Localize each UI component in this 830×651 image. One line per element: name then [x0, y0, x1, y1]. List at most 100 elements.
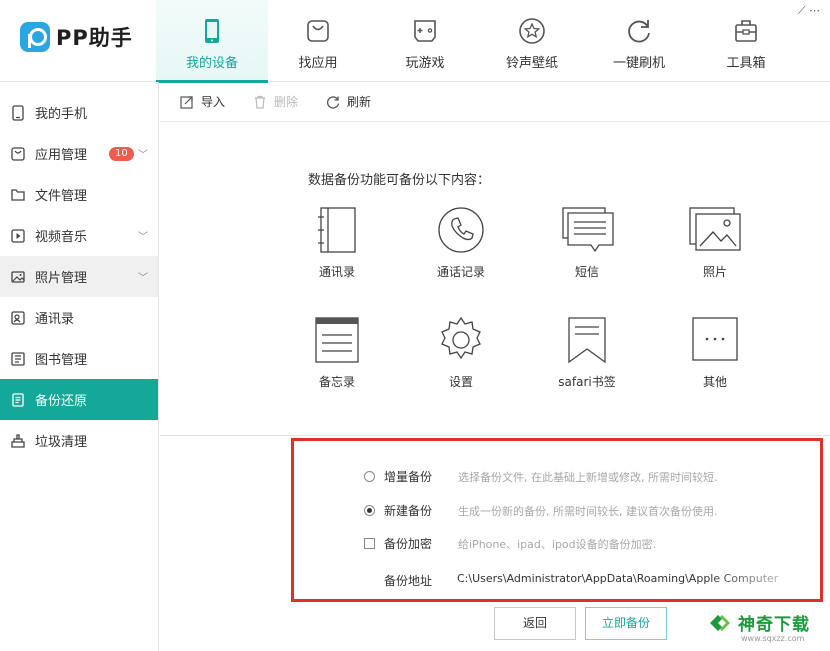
option-incremental-backup[interactable]: 增量备份 选择备份文件, 在此基础上新增或修改, 所需时间较短. [364, 468, 717, 485]
chevron-down-icon[interactable]: ﹀ [138, 146, 148, 161]
nav-my-device[interactable]: 我的设备 [156, 0, 268, 83]
backup-path-field[interactable]: C:\Users\Administrator\AppData\Roaming\A… [457, 572, 817, 585]
bag-icon [307, 20, 329, 42]
memo-icon [315, 317, 359, 363]
gamepad-icon [414, 20, 436, 42]
sidebar-item-video-music[interactable]: 视频音乐 ﹀ [0, 215, 158, 256]
option-description: 选择备份文件, 在此基础上新增或修改, 所需时间较短. [458, 470, 718, 484]
watermark: 神奇下载 www.sqxzz.com [705, 607, 830, 651]
category-call-log: 通话记录 [406, 205, 516, 280]
sidebar-item-label: 文件管理 [35, 189, 88, 204]
backup-content: 数据备份功能可备份以下内容： 通讯录 通话记录 短信 照片 备忘录 设置 saf… [160, 123, 830, 651]
phone-icon [12, 104, 24, 121]
nav-find-apps[interactable]: 找应用 [262, 0, 374, 82]
category-label: safari书签 [558, 375, 616, 389]
category-safari-bookmarks: safari书签 [532, 315, 642, 390]
backup-path-label: 备份地址 [384, 574, 433, 588]
sidebar-item-file-management[interactable]: 文件管理 [0, 174, 158, 215]
trash-icon [255, 95, 266, 109]
photo-icon [689, 207, 741, 251]
star-icon [519, 18, 545, 44]
category-photos: 照片 [660, 205, 770, 280]
backup-icon [12, 392, 24, 407]
settings-gear-icon [441, 316, 481, 360]
backup-options-highlight: 增量备份 选择备份文件, 在此基础上新增或修改, 所需时间较短. 新建备份 生成… [291, 438, 823, 602]
app-logo[interactable]: PP助手 [20, 22, 133, 52]
pp-logo-icon [20, 22, 50, 52]
radio-button-selected[interactable] [364, 505, 375, 516]
toolbar: 导入 删除 刷新 [160, 82, 830, 122]
category-label: 其他 [702, 375, 727, 389]
sms-icon [562, 207, 614, 253]
backup-intro-text: 数据备份功能可备份以下内容： [308, 173, 491, 188]
more-icon [692, 317, 738, 361]
refresh-icon [628, 20, 650, 43]
book-icon [11, 351, 25, 366]
nav-label: 找应用 [298, 56, 338, 71]
sidebar-item-label: 照片管理 [35, 271, 88, 286]
category-label: 设置 [448, 375, 473, 389]
sidebar-item-app-management[interactable]: 应用管理 10 ﹀ [0, 133, 158, 174]
nav-label: 我的设备 [185, 56, 238, 71]
option-label: 备份加密 [384, 537, 433, 551]
delete-label: 删除 [274, 95, 299, 109]
bag-icon [11, 146, 25, 161]
sidebar: 我的手机 应用管理 10 ﹀ 文件管理 视频音乐 ﹀ 照片管理 ﹀ 通讯录 图书… [0, 82, 159, 651]
nav-one-click-flash[interactable]: 一键刷机 [583, 0, 695, 82]
refresh-label: 刷新 [347, 95, 372, 109]
option-description: 生成一份新的备份, 所需时间较长, 建议首次备份使用. [458, 504, 718, 518]
play-icon [11, 228, 25, 243]
sidebar-item-label: 我的手机 [35, 107, 88, 122]
option-new-backup[interactable]: 新建备份 生成一份新的备份, 所需时间较长, 建议首次备份使用. [364, 502, 717, 519]
app-name: PP助手 [56, 26, 133, 50]
sidebar-item-label: 通讯录 [35, 312, 75, 327]
phone-icon [205, 19, 219, 43]
sidebar-item-label: 垃圾清理 [35, 435, 88, 450]
image-icon [11, 270, 25, 283]
nav-label: 铃声壁纸 [505, 56, 558, 71]
option-backup-encryption[interactable]: 备份加密 给iPhone、ipad、ipod设备的备份加密. [364, 535, 656, 552]
import-button[interactable]: 导入 [180, 93, 225, 110]
option-label: 新建备份 [384, 504, 433, 518]
checkbox[interactable] [364, 538, 375, 549]
back-button[interactable]: 返回 [494, 607, 576, 640]
category-label: 通话记录 [436, 265, 485, 279]
window-controls[interactable]: ⟋ ⋯ [798, 4, 820, 18]
radio-button[interactable] [364, 471, 375, 482]
category-settings: 设置 [406, 315, 516, 390]
refresh-button[interactable]: 刷新 [326, 93, 371, 110]
folder-icon [11, 188, 25, 201]
sidebar-item-backup-restore[interactable]: 备份还原 [0, 379, 158, 420]
contacts-icon [11, 310, 25, 325]
sidebar-item-my-phone[interactable]: 我的手机 [0, 92, 158, 133]
nav-label: 工具箱 [726, 56, 766, 71]
delete-button[interactable]: 删除 [253, 93, 298, 110]
nav-toolbox[interactable]: 工具箱 [690, 0, 802, 82]
nav-label: 玩游戏 [405, 56, 445, 71]
sidebar-item-label: 图书管理 [35, 353, 88, 368]
contacts-book-icon [318, 207, 356, 253]
option-label: 增量备份 [384, 470, 433, 484]
phone-call-icon [438, 207, 484, 253]
category-label: 短信 [574, 265, 599, 279]
chevron-down-icon[interactable]: ﹀ [138, 269, 148, 284]
category-label: 备忘录 [318, 375, 355, 389]
sidebar-item-junk-cleanup[interactable]: 垃圾清理 [0, 420, 158, 461]
nav-ringtones-wallpapers[interactable]: 铃声壁纸 [476, 0, 588, 82]
toolbox-icon [735, 20, 757, 42]
refresh-icon [327, 95, 340, 109]
sidebar-item-photo-management[interactable]: 照片管理 ﹀ [0, 256, 158, 297]
backup-now-button[interactable]: 立即备份 [585, 607, 667, 640]
category-other: 其他 [660, 315, 770, 390]
nav-games[interactable]: 玩游戏 [369, 0, 481, 82]
watermark-url: www.sqxzz.com [741, 634, 805, 643]
watermark-logo-icon [710, 615, 730, 631]
category-label: 照片 [702, 265, 727, 279]
sidebar-item-label: 应用管理 [35, 148, 88, 163]
chevron-down-icon[interactable]: ﹀ [138, 228, 148, 243]
sidebar-item-contacts[interactable]: 通讯录 [0, 297, 158, 338]
sidebar-item-book-management[interactable]: 图书管理 [0, 338, 158, 379]
import-label: 导入 [201, 95, 226, 109]
broom-icon [11, 433, 25, 448]
import-icon [180, 95, 193, 109]
